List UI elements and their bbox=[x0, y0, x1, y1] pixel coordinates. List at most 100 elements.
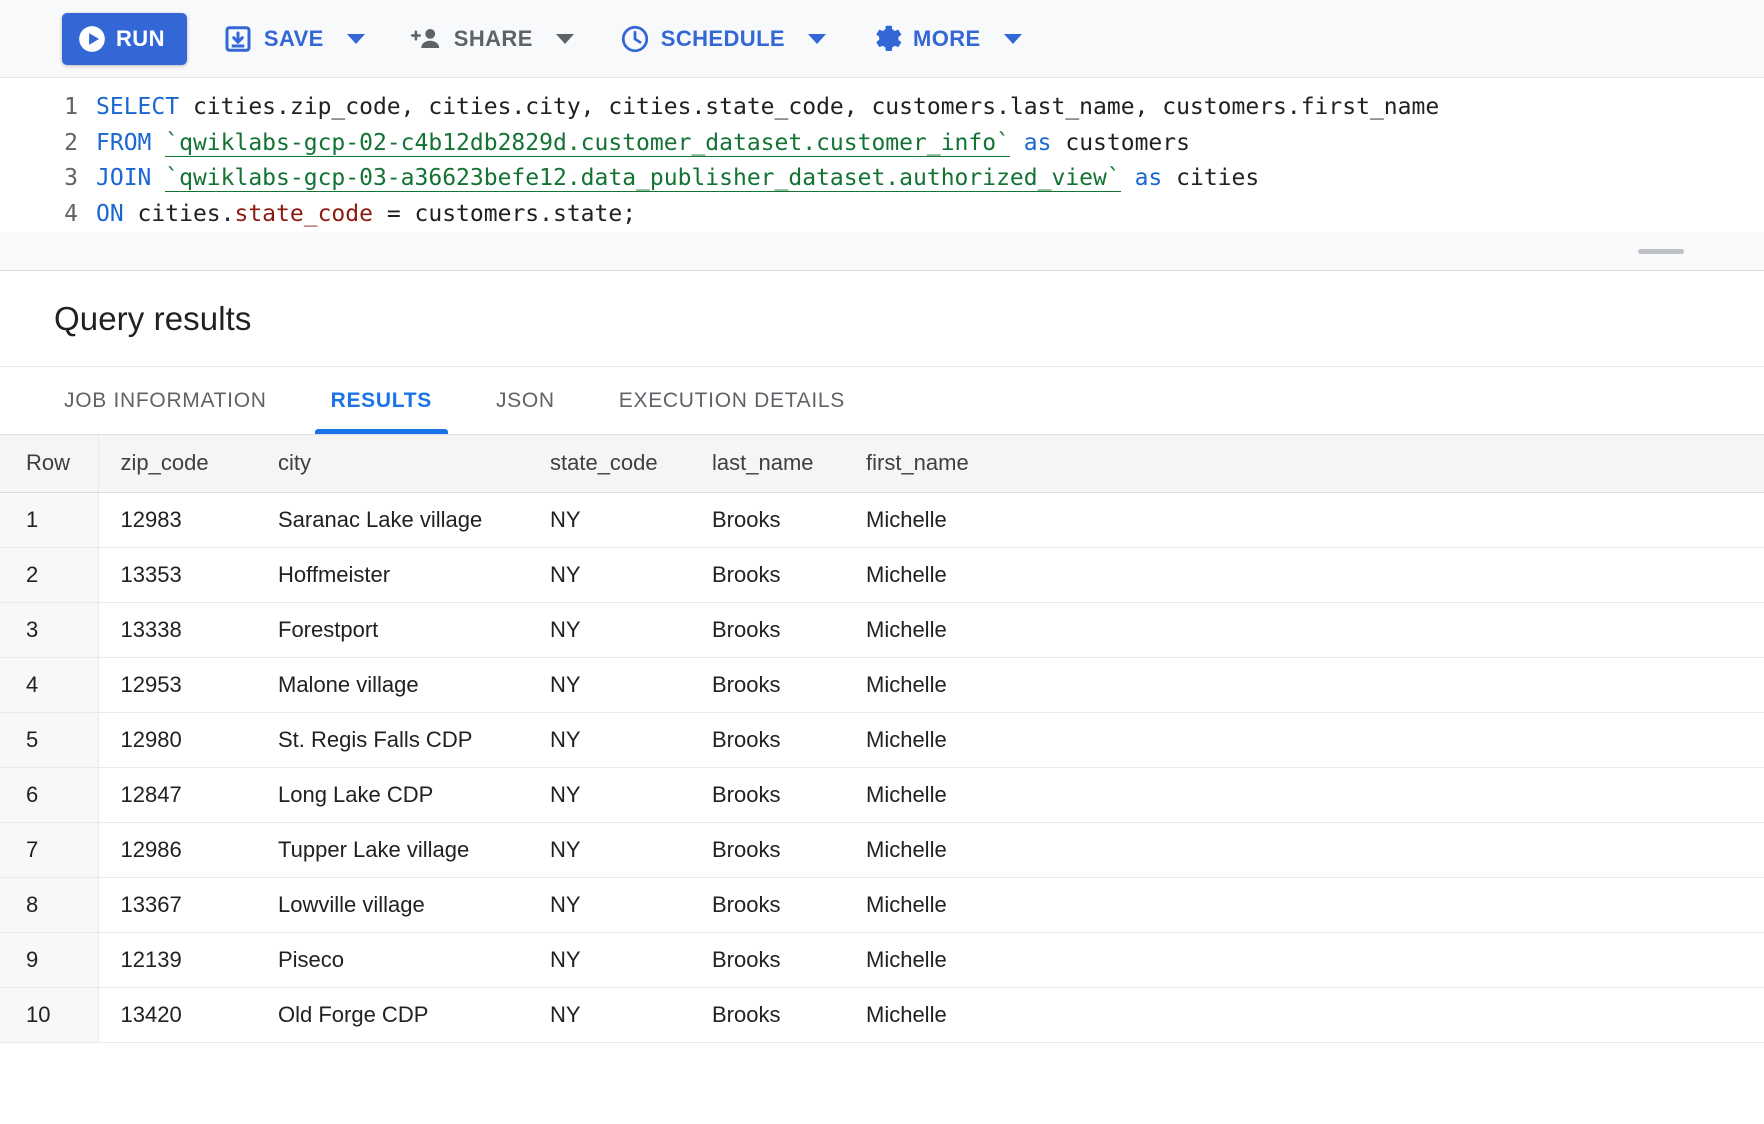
code-token: = customers.state; bbox=[372, 200, 637, 227]
table-row: 5 12980 St. Regis Falls CDP NY Brooks Michell… bbox=[0, 712, 1764, 768]
table-cell-zip_code: 12953 bbox=[98, 657, 256, 713]
table-cell-city: Long Lake CDP bbox=[256, 767, 528, 823]
editor-resize-handle[interactable] bbox=[1638, 248, 1684, 254]
code-token: SELECT bbox=[96, 94, 180, 120]
code-line[interactable]: JOIN `qwiklabs-gcp-03-a36623befe12.data_… bbox=[96, 161, 1764, 197]
table-cell-row: 9 bbox=[0, 932, 99, 988]
clock-icon bbox=[620, 24, 650, 54]
tab-job-information[interactable]: JOB INFORMATION bbox=[48, 367, 283, 434]
run-button[interactable]: RUN bbox=[62, 12, 187, 65]
table-row: 9 12139 Piseco NY Brooks Michelle bbox=[0, 932, 1764, 988]
results-table-container: Row zip_code city state_code last_name first_… bbox=[0, 435, 1764, 1124]
table-cell-row: 4 bbox=[0, 657, 99, 713]
save-button[interactable]: SAVE bbox=[213, 13, 375, 65]
results-tabs: JOB INFORMATION RESULTS JSON EXECUTION DETA… bbox=[0, 367, 1764, 435]
table-cell-first_name: Michelle bbox=[844, 492, 1764, 548]
table-row: 6 12847 Long Lake CDP NY Brooks Michelle bbox=[0, 767, 1764, 823]
toolbar-spacer-2 bbox=[375, 38, 401, 39]
table-cell-row: 6 bbox=[0, 767, 99, 823]
tab-execution-details[interactable]: EXECUTION DETAILS bbox=[603, 367, 861, 434]
table-cell-first_name: Michelle bbox=[844, 932, 1764, 988]
query-editor[interactable]: 1 2 3 4 SELECT cities.zip_code, cities.city… bbox=[0, 78, 1764, 271]
table-cell-city: Hoffmeister bbox=[256, 547, 528, 603]
table-cell-state_code: NY bbox=[528, 712, 690, 768]
code-line[interactable]: SELECT cities.zip_code, cities.city, cit… bbox=[96, 90, 1764, 126]
bigquery-query-page: RUN SAVE SHARE SCHEDULE MORE 1 2 3 4 SEL… bbox=[0, 0, 1764, 1124]
table-cell-city: Saranac Lake village bbox=[256, 492, 528, 548]
table-cell-zip_code: 13338 bbox=[98, 602, 256, 658]
line-number-gutter: 1 2 3 4 bbox=[0, 90, 94, 232]
results-table-head: Row zip_code city state_code last_name first_… bbox=[0, 435, 1764, 493]
toolbar-spacer-1 bbox=[187, 38, 213, 39]
table-cell-zip_code: 12847 bbox=[98, 767, 256, 823]
table-row: 2 13353 Hoffmeister NY Brooks Michelle bbox=[0, 547, 1764, 603]
code-token: FROM bbox=[96, 129, 152, 156]
table-cell-city: Lowville village bbox=[256, 877, 528, 933]
play-circle-icon bbox=[78, 25, 106, 53]
table-cell-city: Forestport bbox=[256, 602, 528, 658]
table-row: 3 13338 Forestport NY Brooks Michelle bbox=[0, 602, 1764, 658]
table-cell-zip_code: 12139 bbox=[98, 932, 256, 988]
table-cell-last_name: Brooks bbox=[690, 712, 844, 768]
results-table: Row zip_code city state_code last_name first_… bbox=[0, 435, 1764, 1043]
table-cell-row: 1 bbox=[0, 492, 99, 548]
tab-results[interactable]: RESULTS bbox=[314, 367, 449, 434]
code-line[interactable]: FROM `qwiklabs-gcp-02-c4b12db2829d.custo… bbox=[96, 126, 1764, 162]
column-header-zip_code: zip_code bbox=[98, 435, 256, 493]
table-row: 10 13420 Old Forge CDP NY Brooks Michelle bbox=[0, 987, 1764, 1043]
table-cell-row: 7 bbox=[0, 822, 99, 878]
chevron-down-icon[interactable] bbox=[346, 33, 365, 44]
table-cell-last_name: Brooks bbox=[690, 932, 844, 988]
save-button-label: SAVE bbox=[263, 25, 324, 51]
query-editor-code-area[interactable]: 1 2 3 4 SELECT cities.zip_code, cities.city… bbox=[0, 78, 1764, 232]
code-token: JOIN bbox=[96, 165, 152, 191]
table-cell-first_name: Michelle bbox=[844, 547, 1764, 603]
schedule-button[interactable]: SCHEDULE bbox=[610, 13, 836, 65]
table-cell-zip_code: 13367 bbox=[98, 877, 256, 933]
chevron-down-icon[interactable] bbox=[808, 33, 826, 44]
sql-code-text[interactable]: SELECT cities.zip_code, cities.city, cit… bbox=[94, 90, 1764, 232]
table-cell-state_code: NY bbox=[528, 657, 690, 713]
table-cell-first_name: Michelle bbox=[844, 987, 1764, 1043]
chevron-down-icon[interactable] bbox=[1003, 33, 1022, 44]
schedule-button-label: SCHEDULE bbox=[660, 25, 785, 51]
table-row: 8 13367 Lowville village NY Brooks Michelle bbox=[0, 877, 1764, 933]
table-cell-state_code: NY bbox=[528, 822, 690, 878]
share-button[interactable]: SHARE bbox=[401, 13, 584, 65]
code-line[interactable]: ON cities.state_code = customers.state; bbox=[96, 197, 1764, 233]
column-header-row: Row bbox=[0, 435, 99, 493]
gear-icon bbox=[872, 24, 902, 54]
table-cell-zip_code: 13353 bbox=[98, 547, 256, 603]
table-cell-state_code: NY bbox=[528, 492, 690, 548]
table-cell-row: 10 bbox=[0, 987, 99, 1043]
share-button-label: SHARE bbox=[453, 25, 533, 51]
more-button[interactable]: MORE bbox=[862, 13, 1032, 65]
table-cell-last_name: Brooks bbox=[690, 602, 844, 658]
run-button-label: RUN bbox=[116, 25, 165, 51]
code-token: cities.zip_code, cities.city, cities.sta… bbox=[179, 94, 1440, 120]
table-cell-state_code: NY bbox=[528, 767, 690, 823]
page-title: Query results bbox=[54, 299, 252, 337]
code-token: ON bbox=[96, 200, 124, 227]
table-cell-row: 8 bbox=[0, 877, 99, 933]
table-cell-state_code: NY bbox=[528, 932, 690, 988]
chevron-down-icon[interactable] bbox=[555, 33, 574, 44]
table-cell-state_code: NY bbox=[528, 602, 690, 658]
table-cell-zip_code: 13420 bbox=[98, 987, 256, 1043]
results-table-body: 1 12983 Saranac Lake village NY Brooks Michel… bbox=[0, 492, 1764, 1043]
more-button-label: MORE bbox=[913, 25, 981, 51]
table-cell-zip_code: 12980 bbox=[98, 712, 256, 768]
table-cell-first_name: Michelle bbox=[844, 712, 1764, 768]
save-icon bbox=[223, 24, 253, 54]
table-cell-zip_code: 12986 bbox=[98, 822, 256, 878]
editor-footer bbox=[0, 232, 1764, 270]
person-add-icon bbox=[410, 25, 443, 53]
tab-json[interactable]: JSON bbox=[480, 367, 571, 434]
code-token: `qwiklabs-gcp-03-a36623befe12.data_publi… bbox=[165, 165, 1121, 192]
table-cell-first_name: Michelle bbox=[844, 602, 1764, 658]
table-cell-last_name: Brooks bbox=[690, 767, 844, 823]
